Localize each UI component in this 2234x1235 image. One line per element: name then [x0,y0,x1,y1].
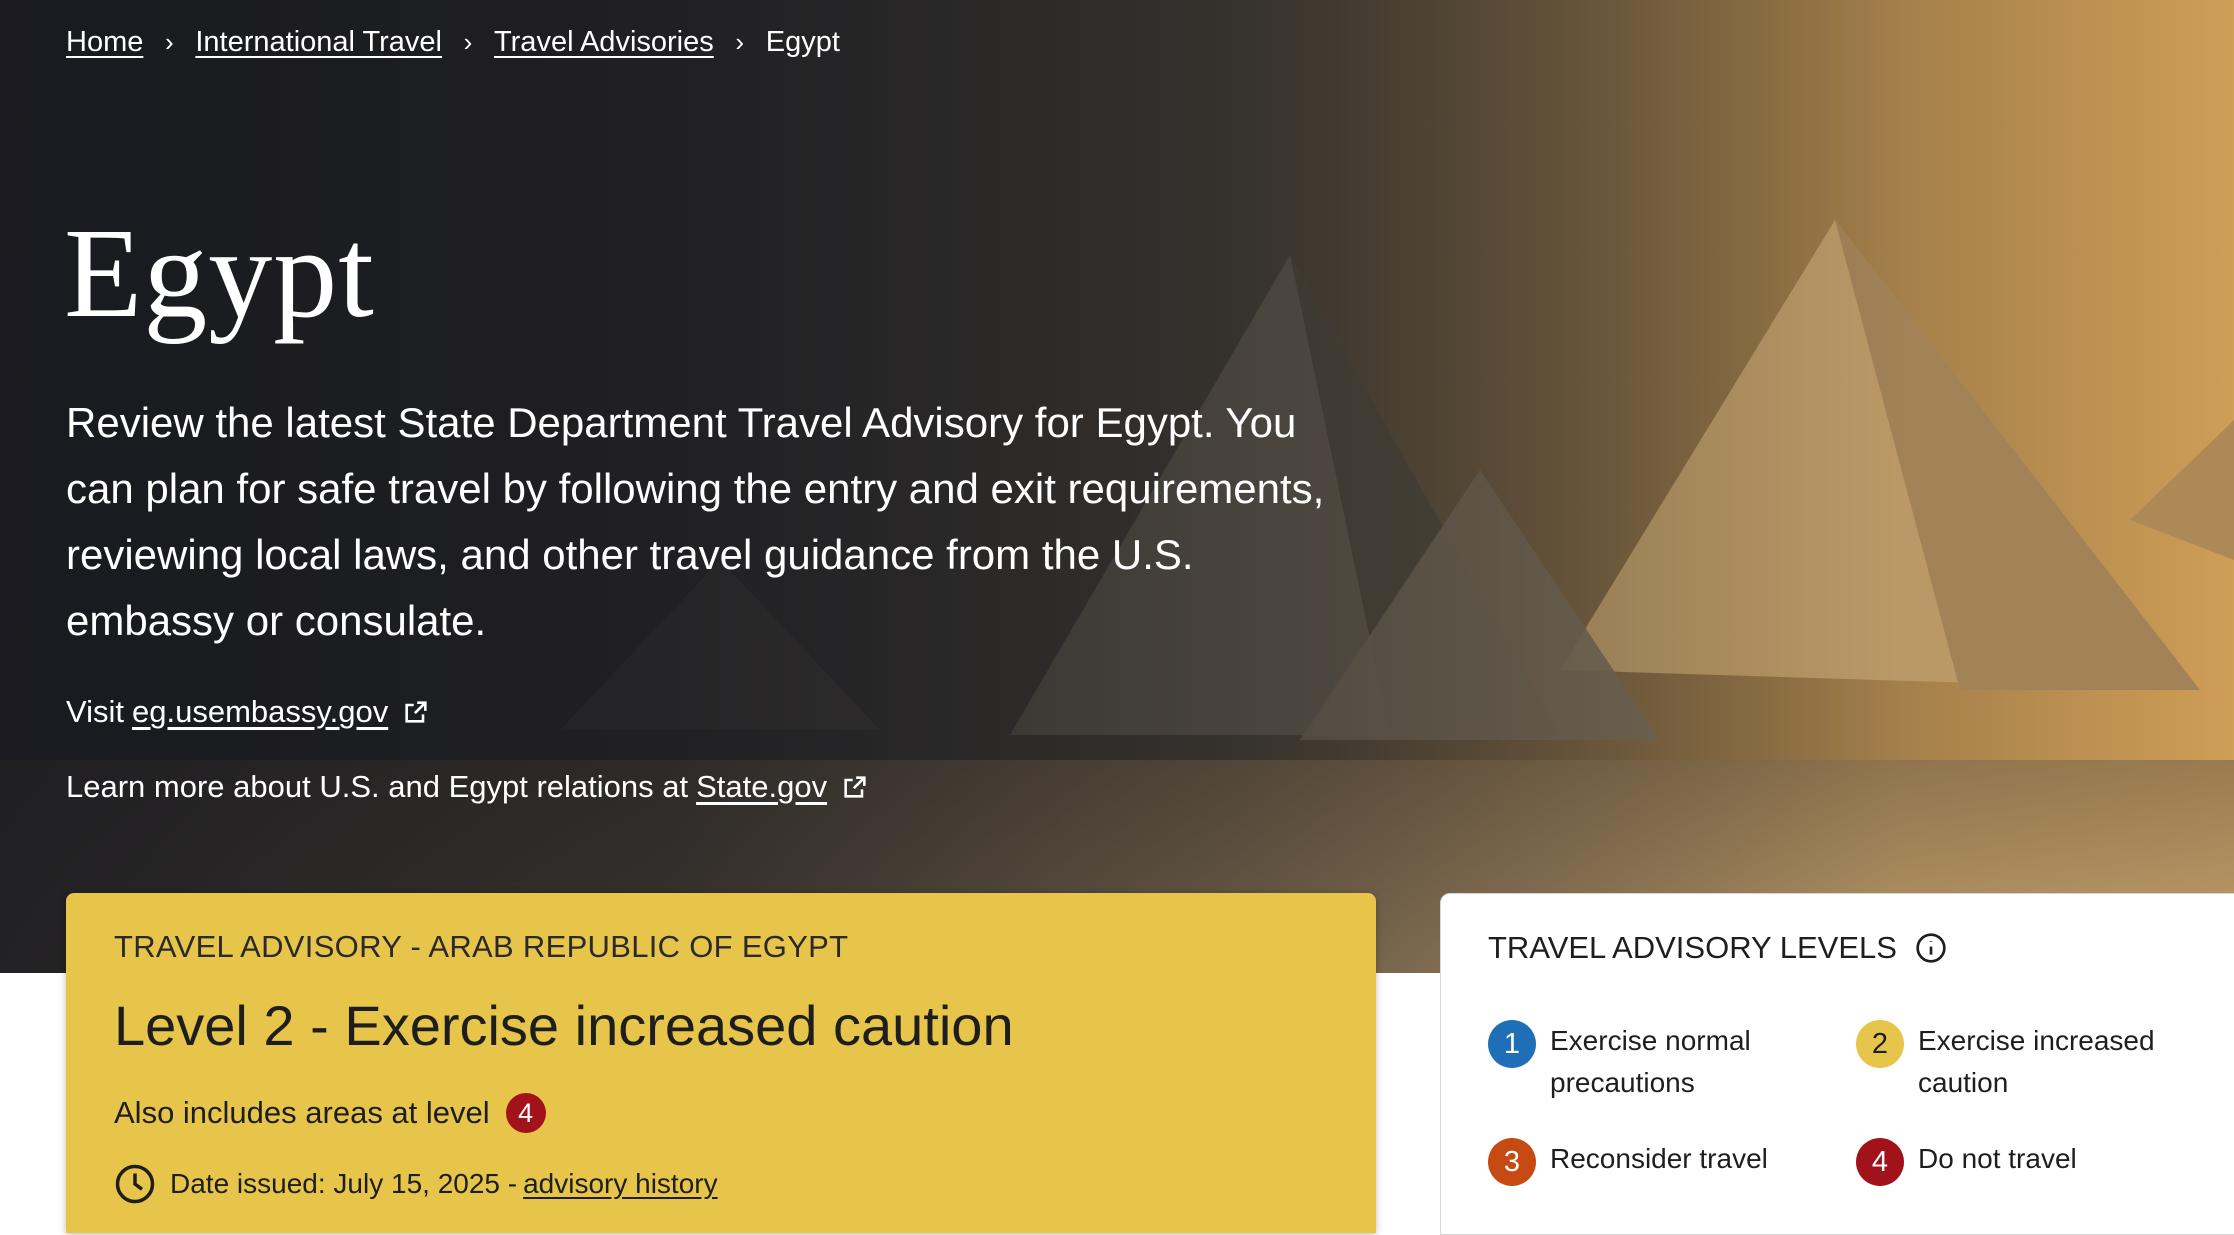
level-2-item: 2 Exercise increased caution [1856,1020,2155,1104]
level-4-badge: 4 [1856,1138,1904,1186]
visit-prefix: Visit [66,694,125,729]
breadcrumb-current: Egypt [765,26,840,58]
page-title: Egypt [64,202,375,344]
breadcrumb: Home › International Travel › Travel Adv… [66,26,840,59]
level-1-item: 1 Exercise normal precautions [1488,1020,1751,1104]
level-4-badge: 4 [505,1093,546,1133]
date-issued-text: Date issued: July 15, 2025 - [170,1168,518,1199]
info-icon[interactable] [1915,932,1947,964]
hero-banner: Home › International Travel › Travel Adv… [0,0,2234,973]
levels-heading-text: TRAVEL ADVISORY LEVELS [1488,930,1897,965]
breadcrumb-home-link[interactable]: Home [66,26,143,59]
breadcrumb-travel-advisories-link[interactable]: Travel Advisories [494,26,714,59]
chevron-right-icon: › [735,27,745,57]
embassy-link[interactable]: eg.usembassy.gov [132,694,388,730]
level-1-label-line1: Exercise normal [1550,1025,1751,1056]
travel-advisory-levels-panel: TRAVEL ADVISORY LEVELS 1 Exercise normal… [1440,893,2234,1235]
intro-text: Review the latest State Department Trave… [66,399,1325,644]
embassy-visit-line: Visit eg.usembassy.gov [66,694,430,730]
advisory-level-title: Level 2 - Exercise increased caution [114,994,1014,1057]
level-2-badge: 2 [1856,1020,1904,1068]
learn-prefix: Learn more about U.S. and Egypt relation… [66,769,689,804]
advisory-history-link[interactable]: advisory history [523,1168,718,1200]
advisory-label: TRAVEL ADVISORY - ARAB REPUBLIC OF EGYPT [114,929,849,964]
level-2-text: Exercise increased caution [1918,1020,2155,1104]
relations-learn-line: Learn more about U.S. and Egypt relation… [66,769,869,805]
level-1-text: Exercise normal precautions [1550,1020,1751,1104]
advisory-also-includes: Also includes areas at level 4 [114,1093,546,1133]
clock-icon [115,1164,155,1204]
breadcrumb-international-travel-link[interactable]: International Travel [195,26,442,59]
level-1-badge: 1 [1488,1020,1536,1068]
travel-advisory-card: TRAVEL ADVISORY - ARAB REPUBLIC OF EGYPT… [66,893,1376,1233]
level-1-label-line2: precautions [1550,1067,1695,1098]
level-3-item: 3 Reconsider travel [1488,1138,1768,1186]
level-3-badge: 3 [1488,1138,1536,1186]
chevron-right-icon: › [165,27,174,57]
also-includes-text: Also includes areas at level [114,1095,490,1130]
level-2-label-line1: Exercise increased [1918,1025,2155,1056]
chevron-right-icon: › [463,27,473,57]
advisory-date: Date issued: July 15, 2025 - advisory hi… [114,1163,718,1205]
external-link-icon[interactable] [402,698,430,726]
external-link-icon[interactable] [841,773,869,801]
state-gov-link[interactable]: State.gov [696,769,827,805]
level-2-label-line2: caution [1918,1067,2009,1098]
level-3-label: Reconsider travel [1550,1143,1768,1174]
levels-heading: TRAVEL ADVISORY LEVELS [1488,930,1947,966]
level-4-label: Do not travel [1918,1143,2077,1174]
level-4-item: 4 Do not travel [1856,1138,2077,1186]
